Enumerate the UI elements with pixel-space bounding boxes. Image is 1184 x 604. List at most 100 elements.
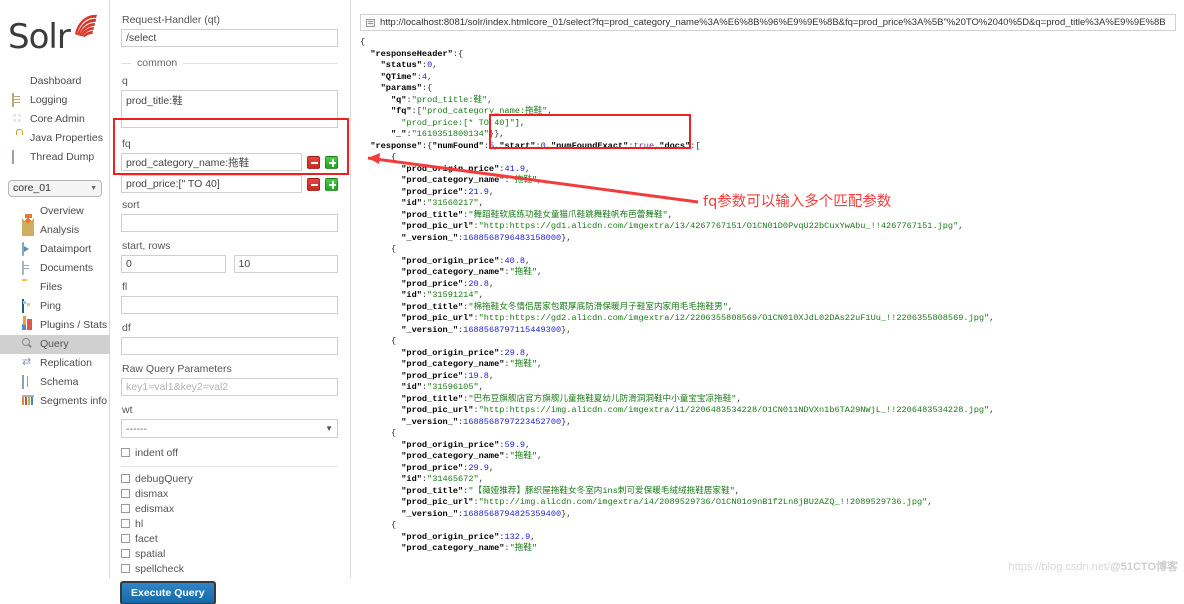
result-url: http://localhost:8081/solr/index.htmlcor… (380, 17, 1166, 28)
link-icon (366, 18, 375, 27)
home-icon (22, 205, 35, 224)
sidebar-item-overview[interactable]: Overview (0, 202, 110, 224)
spellcheck-checkbox[interactable] (121, 564, 130, 573)
sidebar-item-analysis[interactable]: Analysis (0, 218, 110, 240)
sidebar-item-plugins-stats[interactable]: Plugins / Stats (0, 316, 110, 335)
hl-checkbox[interactable] (121, 519, 130, 528)
segments-icon (22, 395, 35, 408)
funnel-icon (22, 218, 35, 237)
option-label: spellcheck (135, 562, 185, 575)
indent-off-checkbox[interactable] (121, 448, 130, 457)
sidebar-core-nav: Overview Analysis Dataimport Documents F… (0, 202, 110, 411)
wt-select[interactable]: ------ ▼ (121, 419, 338, 438)
fl-input[interactable] (121, 296, 338, 314)
sidebar-item-replication[interactable]: ⇄ Replication (0, 354, 110, 373)
common-legend-text: common (137, 57, 178, 69)
q-label: q (122, 75, 128, 87)
logo-text: Solr (8, 17, 71, 57)
option-dismax-row[interactable]: dismax (121, 486, 338, 501)
option-label: hl (135, 517, 144, 530)
fq-remove-button-2[interactable] (307, 177, 320, 191)
sidebar-item-label: Dataimport (40, 243, 92, 255)
envelope-icon (12, 93, 25, 107)
start-rows-label: start, rows (122, 240, 171, 252)
spatial-checkbox[interactable] (121, 549, 130, 558)
fq-remove-button-1[interactable] (307, 155, 320, 169)
fq-input-2[interactable] (121, 175, 302, 193)
dismax-checkbox[interactable] (121, 489, 130, 498)
option-spatial-row[interactable]: spatial (121, 546, 338, 561)
rows-input[interactable] (233, 255, 338, 273)
option-debugquery-row[interactable]: debugQuery (121, 471, 338, 486)
sidebar-item-dashboard[interactable]: Dashboard (0, 72, 110, 91)
option-hl-row[interactable]: hl (121, 516, 338, 531)
sidebar-item-label: Query (40, 338, 69, 350)
solr-logo[interactable]: Solr (8, 8, 104, 66)
option-label: dismax (135, 487, 169, 500)
plug-icon (22, 319, 35, 332)
sidebar-item-dataimport[interactable]: Dataimport (0, 240, 110, 259)
fq-add-button-2[interactable] (325, 177, 338, 191)
stack-icon (12, 150, 25, 164)
import-icon (22, 242, 35, 256)
folder-icon (22, 281, 35, 294)
fl-label: fl (122, 281, 128, 293)
replication-icon: ⇄ (22, 356, 32, 368)
fq-input-1[interactable] (121, 153, 302, 171)
option-edismax-row[interactable]: edismax (121, 501, 338, 516)
sidebar-item-label: Plugins / Stats (40, 319, 108, 331)
sidebar-item-ping[interactable]: Ping (0, 297, 110, 316)
sidebar-item-segments-info[interactable]: Segments info (0, 392, 110, 411)
option-label: facet (135, 532, 158, 545)
raw-query-params-input[interactable] (121, 378, 338, 396)
result-panel: http://localhost:8081/solr/index.htmlcor… (352, 0, 1184, 578)
sidebar-item-documents[interactable]: Documents (0, 259, 110, 278)
option-spellcheck-row[interactable]: spellcheck (121, 561, 338, 576)
request-handler-label: Request-Handler (qt) (122, 14, 221, 26)
sidebar-item-label: Overview (40, 205, 84, 217)
edismax-checkbox[interactable] (121, 504, 130, 513)
grid-icon (12, 113, 25, 126)
sidebar: Solr Dashboard Logging Core Admin Java P… (0, 0, 110, 578)
fq-add-button-1[interactable] (325, 155, 338, 169)
option-label: edismax (135, 502, 175, 515)
sidebar-item-label: Files (40, 281, 63, 293)
debugquery-checkbox[interactable] (121, 474, 130, 483)
sidebar-item-label: Core Admin (30, 113, 85, 125)
start-input[interactable] (121, 255, 226, 273)
sidebar-item-logging[interactable]: Logging (0, 91, 110, 110)
fq-row (121, 153, 338, 171)
execute-query-button[interactable]: Execute Query (120, 581, 216, 604)
core-selector[interactable]: core_01 ▼ (8, 180, 102, 197)
solr-sun-logo-icon (75, 14, 97, 37)
sidebar-item-thread-dump[interactable]: Thread Dump (0, 148, 110, 167)
sidebar-item-label: Ping (40, 300, 62, 312)
cloud-icon (12, 75, 25, 88)
watermark-tag: @51CTO博客 (1110, 561, 1178, 573)
query-form-panel: Request-Handler (qt) common q fq sort st… (111, 0, 351, 604)
q-input[interactable] (121, 90, 338, 128)
option-facet-row[interactable]: facet (121, 531, 338, 546)
result-url-bar[interactable]: http://localhost:8081/solr/index.htmlcor… (360, 14, 1176, 31)
book-icon (22, 375, 35, 389)
sidebar-item-core-admin[interactable]: Core Admin (0, 110, 110, 129)
sidebar-item-label: Replication (40, 357, 92, 369)
sidebar-item-files[interactable]: Files (0, 278, 110, 297)
option-label: spatial (135, 547, 166, 560)
sidebar-item-label: Logging (30, 94, 68, 106)
df-input[interactable] (121, 337, 338, 355)
raw-query-params-label: Raw Query Parameters (122, 363, 232, 375)
fq-label: fq (122, 138, 131, 150)
fq-row (121, 175, 338, 193)
wt-select-value: ------ (126, 422, 147, 435)
request-handler-input[interactable] (121, 29, 338, 47)
option-label: debugQuery (135, 472, 193, 485)
indent-off-checkbox-row[interactable]: indent off (121, 445, 338, 460)
search-icon (22, 338, 35, 351)
sidebar-item-query[interactable]: Query (0, 335, 110, 354)
json-response: { "responseHeader":{ "status":0, "QTime"… (360, 37, 995, 553)
facet-checkbox[interactable] (121, 534, 130, 543)
sidebar-item-schema[interactable]: Schema (0, 373, 110, 392)
sidebar-item-java-properties[interactable]: Java Properties (0, 129, 110, 148)
sort-input[interactable] (121, 214, 338, 232)
